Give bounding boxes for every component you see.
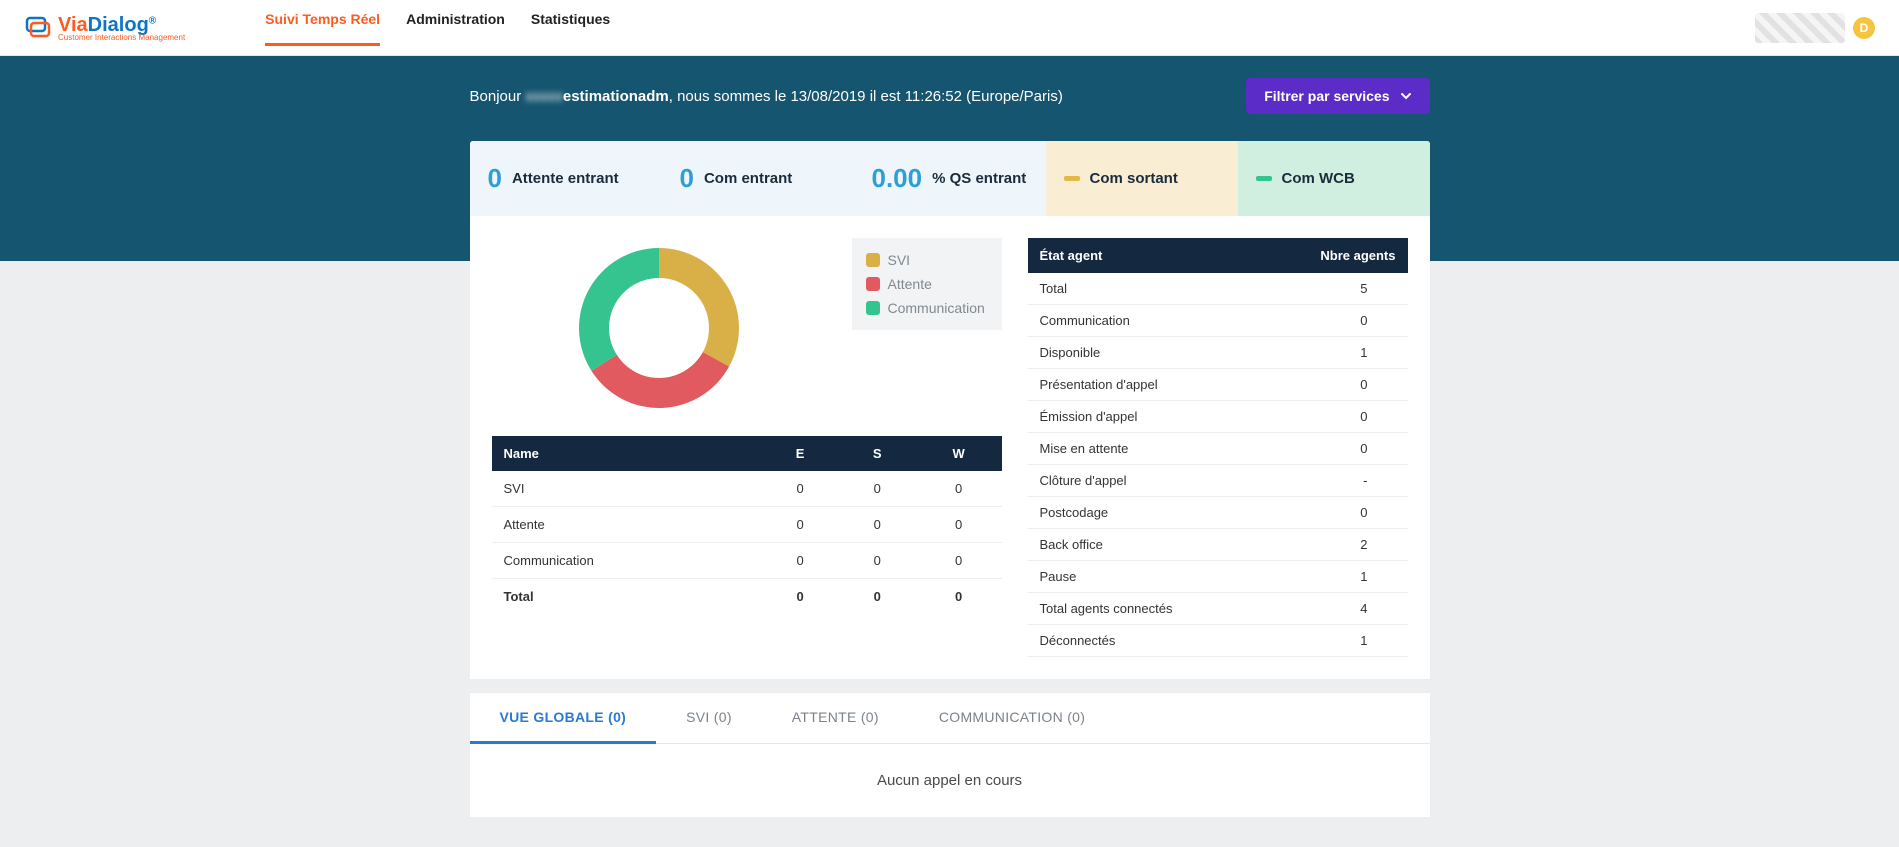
legend-swatch: [866, 277, 880, 291]
donut-segment-svi: [659, 248, 739, 367]
table-row: Total5: [1028, 273, 1408, 305]
kpi-attente-entrant: 0 Attente entrant: [470, 141, 662, 216]
tab-2[interactable]: ATTENTE (0): [762, 693, 909, 743]
table-row: Déconnectés1: [1028, 625, 1408, 657]
donut-chart: [492, 238, 826, 418]
agent-header-nbre: Nbre agents: [1260, 238, 1407, 273]
legend-item-communication: Communication: [866, 296, 988, 320]
legend-label: SVI: [888, 252, 911, 268]
table-row: Pause1: [1028, 561, 1408, 593]
table-row: Mise en attente0: [1028, 433, 1408, 465]
table-row: Clôture d'appel-: [1028, 465, 1408, 497]
chart-legend: SVI Attente Communication: [852, 238, 1002, 330]
tab-3[interactable]: COMMUNICATION (0): [909, 693, 1115, 743]
nav-item-1[interactable]: Administration: [406, 11, 505, 45]
table-row: SVI000: [492, 471, 1002, 507]
right-panel: État agent Nbre agents Total5Communicati…: [1028, 238, 1408, 657]
kpi-com-sortant: Com sortant: [1046, 141, 1238, 216]
legend-swatch: [866, 301, 880, 315]
tab-0[interactable]: VUE GLOBALE (0): [470, 693, 657, 744]
main-nav: Suivi Temps Réel Administration Statistiqu…: [265, 11, 610, 45]
channel-summary-table: NameESW SVI000Attente000Communication000…: [492, 436, 1002, 614]
table-row: Postcodage0: [1028, 497, 1408, 529]
legend-item-svi: SVI: [866, 248, 988, 272]
table-row: Attente000: [492, 507, 1002, 543]
legend-label: Attente: [888, 276, 932, 292]
kpi-qs-entrant: 0.00 % QS entrant: [854, 141, 1046, 216]
table-row: Disponible1: [1028, 337, 1408, 369]
brand-subtitle: Customer Interactions Management: [58, 33, 185, 42]
calls-tabs-panel: VUE GLOBALE (0)SVI (0)ATTENTE (0)COMMUNI…: [470, 693, 1430, 817]
legend-swatch: [866, 253, 880, 267]
legend-item-attente: Attente: [866, 272, 988, 296]
dash-icon: [1256, 176, 1272, 181]
table-row: Présentation d'appel0: [1028, 369, 1408, 401]
filter-button-label: Filtrer par services: [1264, 88, 1389, 104]
tab-1[interactable]: SVI (0): [656, 693, 762, 743]
agent-header-etat: État agent: [1028, 238, 1261, 273]
table-total-row: Total000: [492, 579, 1002, 615]
table-row: Total agents connectés4: [1028, 593, 1408, 625]
kpi-com-wcb: Com WCB: [1238, 141, 1430, 216]
lt-header-e: E: [762, 436, 839, 471]
filter-by-services-button[interactable]: Filtrer par services: [1246, 78, 1429, 114]
donut-segment-attente: [591, 352, 729, 408]
kpi-row: 0 Attente entrant 0 Com entrant 0.00 % Q…: [470, 141, 1430, 216]
calls-tabs: VUE GLOBALE (0)SVI (0)ATTENTE (0)COMMUNI…: [470, 693, 1430, 744]
nav-item-2[interactable]: Statistiques: [531, 11, 610, 45]
greeting-text: Bonjour xxxxxestimationadm, nous sommes …: [470, 88, 1063, 105]
tabs-empty-text: Aucun appel en cours: [470, 744, 1430, 817]
chat-icon: [24, 14, 52, 42]
lt-header-s: S: [839, 436, 916, 471]
left-panel: SVI Attente Communication NameESW SVI000At…: [492, 238, 1002, 657]
avatar[interactable]: D: [1853, 17, 1875, 39]
table-row: Communication000: [492, 543, 1002, 579]
donut-segment-communication: [579, 248, 659, 371]
agent-status-table: État agent Nbre agents Total5Communicati…: [1028, 238, 1408, 657]
user-blur-area: [1755, 13, 1845, 43]
brand-logo[interactable]: ViaDialog® Customer Interactions Managem…: [24, 14, 185, 42]
table-row: Back office2: [1028, 529, 1408, 561]
dash-icon: [1064, 176, 1080, 181]
legend-label: Communication: [888, 300, 985, 316]
main-panel: SVI Attente Communication NameESW SVI000At…: [470, 216, 1430, 679]
lt-header-name: Name: [492, 436, 762, 471]
chevron-down-icon: [1400, 90, 1412, 102]
kpi-com-entrant: 0 Com entrant: [662, 141, 854, 216]
nav-item-0[interactable]: Suivi Temps Réel: [265, 11, 380, 45]
table-row: Communication0: [1028, 305, 1408, 337]
table-row: Émission d'appel0: [1028, 401, 1408, 433]
lt-header-w: W: [916, 436, 1002, 471]
topbar: ViaDialog® Customer Interactions Managem…: [0, 0, 1899, 56]
